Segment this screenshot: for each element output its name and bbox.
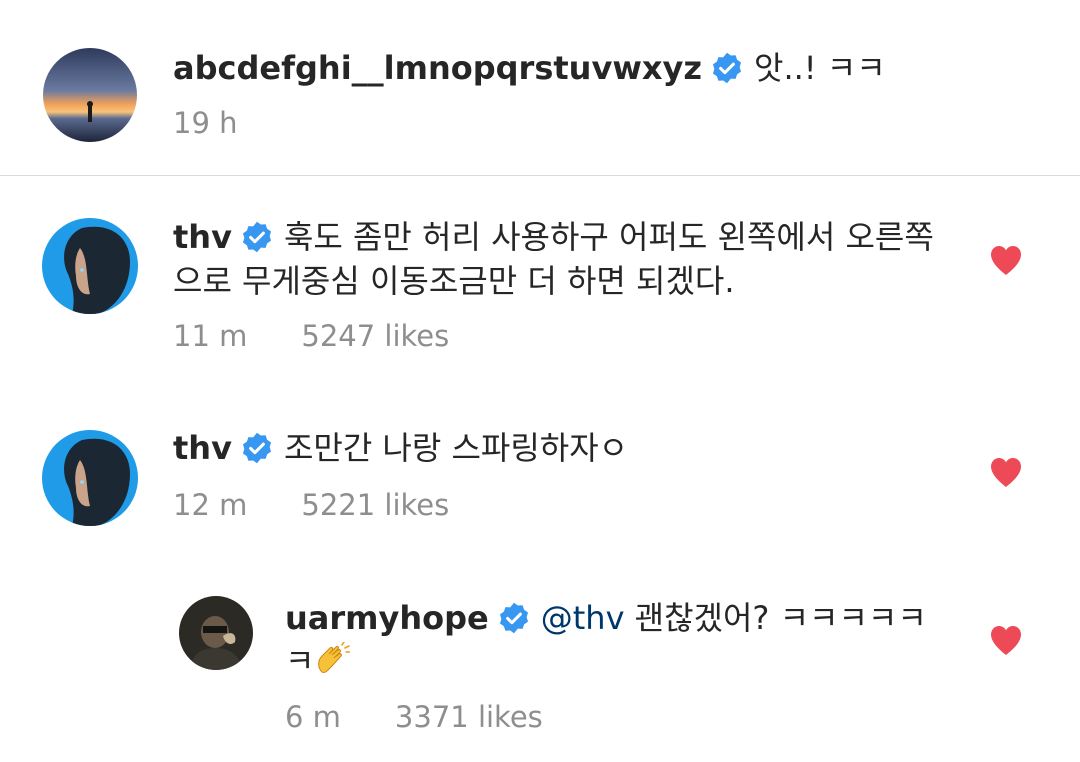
reply-text-line-2: ㅋ — [285, 637, 351, 685]
reply-text: ㅋ — [285, 642, 315, 680]
reply-likes[interactable]: 3371 likes — [395, 699, 543, 735]
reply-avatar[interactable] — [179, 596, 253, 670]
comment-text: 훅도 좀만 허리 사용하구 어퍼도 왼쪽에서 오른쪽 — [283, 218, 934, 256]
verified-badge-icon — [497, 601, 531, 635]
reply-text-line-1: uarmyhope @thv 괜찮겠어? ㅋㅋㅋㅋㅋ — [285, 594, 927, 642]
mention-link[interactable]: @thv — [541, 599, 625, 637]
caption-meta: 19 h — [173, 105, 238, 141]
comment-text-line-1: thv 조만간 나랑 스파링하자ㅇ — [173, 424, 628, 472]
sunset-avatar-image — [43, 48, 137, 142]
verified-badge-icon — [240, 220, 274, 254]
reply-username[interactable]: uarmyhope — [285, 599, 489, 637]
verified-badge-icon — [710, 51, 744, 85]
heart-icon[interactable] — [989, 624, 1023, 656]
clapping-hands-emoji — [314, 642, 351, 678]
comment-meta: 11 m 5247 likes — [173, 318, 449, 354]
reply-text: 괜찮겠어? ㅋㅋㅋㅋㅋ — [634, 599, 927, 637]
caption-avatar[interactable] — [43, 48, 137, 142]
reply-meta: 6 m 3371 likes — [285, 699, 543, 735]
portrait-avatar-image — [42, 218, 138, 314]
heart-icon[interactable] — [989, 244, 1023, 276]
caption-time: 19 h — [173, 106, 238, 140]
verified-badge-icon — [240, 431, 274, 465]
comment-username[interactable]: thv — [173, 218, 232, 256]
comment-likes[interactable]: 5247 likes — [301, 318, 449, 354]
comment-avatar[interactable] — [42, 430, 138, 526]
reply-time: 6 m — [285, 700, 341, 734]
comment-text: 으로 무게중심 이동조금만 더 하면 되겠다. — [173, 262, 735, 300]
comment-time: 12 m — [173, 488, 248, 522]
caption-line: abcdefghi__lmnopqrstuvwxyz 앗..! ㅋㅋ — [173, 44, 886, 92]
portrait-avatar-image — [42, 430, 138, 526]
comment-likes[interactable]: 5221 likes — [301, 487, 449, 523]
comment-text: 조만간 나랑 스파링하자ㅇ — [283, 429, 629, 467]
dark-portrait-avatar-image — [179, 596, 253, 670]
comment-avatar[interactable] — [42, 218, 138, 314]
comment-text-line-1: thv 훅도 좀만 허리 사용하구 어퍼도 왼쪽에서 오른쪽 — [173, 213, 934, 261]
comments-screen: abcdefghi__lmnopqrstuvwxyz 앗..! ㅋㅋ 19 h t… — [0, 0, 1080, 762]
caption-username[interactable]: abcdefghi__lmnopqrstuvwxyz — [173, 49, 702, 87]
post-caption: abcdefghi__lmnopqrstuvwxyz 앗..! ㅋㅋ 19 h — [0, 0, 1080, 176]
comment-meta: 12 m 5221 likes — [173, 487, 449, 523]
comment-text-line-2: 으로 무게중심 이동조금만 더 하면 되겠다. — [173, 257, 735, 305]
caption-text: 앗..! ㅋㅋ — [754, 49, 886, 87]
comment-username[interactable]: thv — [173, 429, 232, 467]
heart-icon[interactable] — [989, 456, 1023, 488]
comment-time: 11 m — [173, 319, 248, 353]
